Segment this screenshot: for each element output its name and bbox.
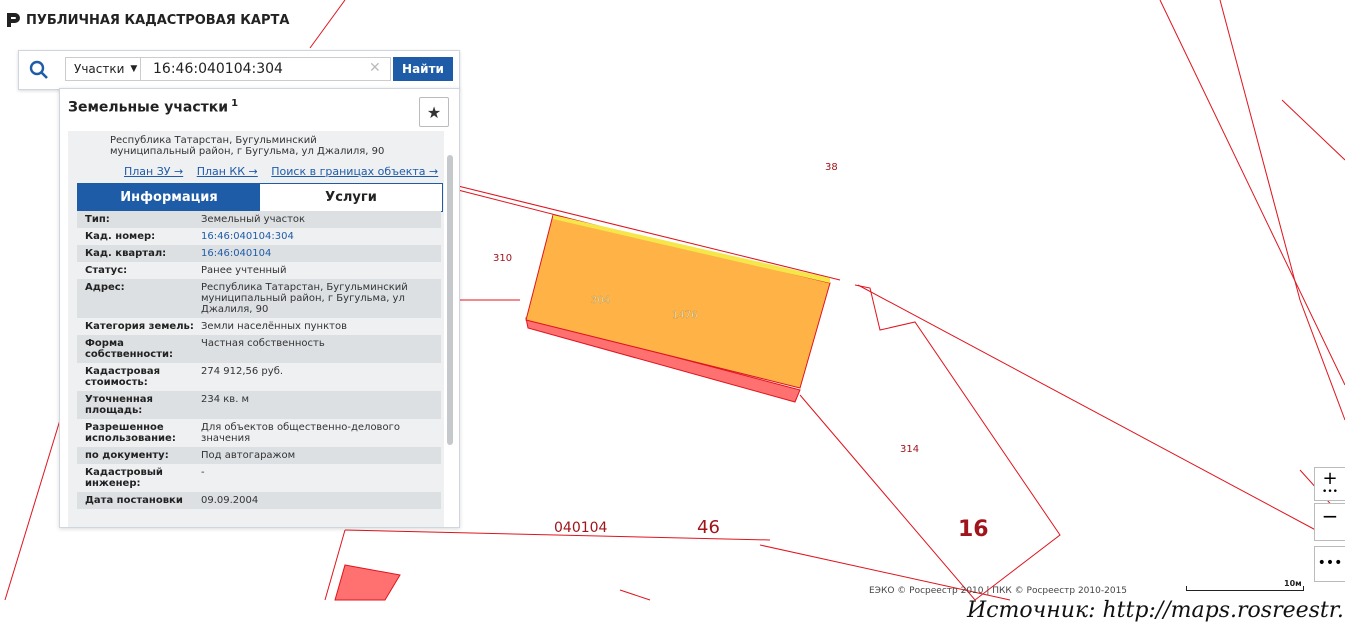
info-row: Статус: Ранее учтенный — [77, 262, 441, 279]
parcel-address: Республика Татарстан, Бугульминский муни… — [110, 135, 430, 157]
info-row: Категория земель: Земли населённых пункто… — [77, 318, 441, 335]
info-value: - — [201, 467, 205, 478]
tab-services[interactable]: Услуги — [260, 184, 442, 211]
info-table: Тип: Земельный участок Кад. номер: 16:46:04… — [77, 211, 441, 509]
panel-title-text: Земельные участки — [68, 99, 229, 116]
map-boundary — [1281, 99, 1345, 161]
info-label: Разрешенное использование: — [85, 422, 176, 444]
info-label: Кад. номер: — [85, 231, 156, 242]
address-line: муниципальный район, г Бугульма, ул Джал… — [110, 146, 385, 157]
zoom-in-icon: + — [1322, 468, 1338, 489]
scale-bar: 10м — [1186, 579, 1306, 593]
parcel-card: Республика Татарстан, Бугульминский муни… — [68, 131, 444, 527]
info-row: Кад. номер: 16:46:040104:304 — [77, 228, 441, 245]
parcel-pink — [334, 564, 401, 601]
label-1476: 1476 — [672, 310, 697, 321]
search-bar: Участки ▼ ✕ Найти — [18, 50, 460, 90]
info-value: Земельный участок — [201, 214, 306, 225]
search-icon[interactable] — [27, 58, 51, 82]
type-select-label: Участки — [74, 62, 125, 76]
link-plan-zu[interactable]: План ЗУ → — [124, 165, 183, 178]
label-38: 38 — [825, 162, 838, 173]
panel-scrollbar[interactable] — [447, 155, 453, 445]
map-boundary — [309, 0, 346, 49]
info-value[interactable]: 16:46:040104 — [201, 248, 441, 259]
map-boundary — [619, 589, 651, 601]
info-label: Кад. квартал: — [85, 248, 167, 259]
zoom-level-dots: ••• — [1322, 487, 1338, 497]
type-select[interactable]: Участки ▼ — [65, 57, 141, 81]
info-value: Ранее учтенный — [201, 265, 287, 276]
brand-title: ПУБЛИЧНАЯ КАДАСТРОВАЯ КАРТА — [26, 12, 290, 28]
brand-icon — [7, 13, 20, 27]
more-button[interactable]: ••• — [1314, 546, 1345, 582]
info-row: по документу: Под автогаражом — [77, 447, 441, 464]
tab-information[interactable]: Информация — [78, 184, 260, 211]
address-line: Республика Татарстан, Бугульминский — [110, 135, 317, 146]
info-label: Дата постановки — [85, 495, 183, 506]
info-row: Кадастровый инженер: - — [77, 464, 441, 492]
info-row: Форма собственности: Частная собственност… — [77, 335, 441, 363]
result-count: 1 — [231, 98, 239, 109]
label-quarter: 040104 — [554, 520, 608, 536]
map-boundary — [799, 284, 1061, 601]
info-value: 234 кв. м — [201, 394, 250, 405]
star-icon: ★ — [426, 102, 442, 122]
link-plan-kk[interactable]: План КК → — [197, 165, 258, 178]
brand[interactable]: ПУБЛИЧНАЯ КАДАСТРОВАЯ КАРТА — [6, 12, 289, 28]
info-row: Кад. квартал: 16:46:040104 — [77, 245, 441, 262]
clear-icon[interactable]: ✕ — [369, 60, 381, 76]
info-label: Уточненная площадь: — [85, 394, 153, 416]
chevron-down-icon: ▼ — [130, 64, 138, 74]
info-row: Тип: Земельный участок — [77, 211, 441, 228]
info-label: Тип: — [85, 214, 110, 225]
results-panel: Земельные участки 1 ★ Республика Татарста… — [59, 88, 460, 528]
more-icon: ••• — [1317, 555, 1343, 571]
info-value: Земли населённых пунктов — [201, 321, 347, 332]
info-value: Под автогаражом — [201, 450, 296, 461]
label-region: 16 — [958, 517, 989, 542]
find-button[interactable]: Найти — [393, 57, 453, 81]
info-label: Форма собственности: — [85, 338, 174, 360]
info-tabs: Информация Услуги — [77, 183, 443, 212]
label-304: 304 — [591, 295, 610, 306]
map-boundary — [1159, 0, 1345, 386]
info-label: Адрес: — [85, 282, 125, 293]
info-value: Республика Татарстан, Бугульминский муни… — [201, 282, 408, 315]
label-district: 46 — [697, 517, 720, 538]
source-caption: Источник: http://maps.rosreestr.ru — [967, 598, 1345, 623]
info-label: Категория земель: — [85, 321, 194, 332]
scale-label: 10м — [1284, 579, 1302, 588]
map-attribution: ЕЭКО © Росреестр 2010 | ПКК © Росреестр … — [869, 586, 1128, 596]
info-value: 274 912,56 руб. — [201, 366, 284, 377]
info-value: 09.09.2004 — [201, 495, 259, 506]
zoom-in-button[interactable]: + ••• — [1314, 467, 1345, 501]
info-label: Кадастровая стоимость: — [85, 366, 160, 388]
panel-title: Земельные участки 1 — [68, 98, 238, 116]
parcel-links: План ЗУ → План КК → Поиск в границах объ… — [124, 165, 448, 178]
info-row: Дата постановки 09.09.2004 — [77, 492, 441, 509]
map-boundary — [857, 284, 1326, 536]
info-row: Адрес: Республика Татарстан, Бугульмински… — [77, 279, 441, 318]
map-boundary — [1299, 299, 1345, 421]
favorite-button[interactable]: ★ — [419, 97, 449, 127]
zoom-out-button[interactable]: − — [1314, 503, 1345, 541]
map-boundary — [4, 419, 61, 601]
info-row: Кадастровая стоимость: 274 912,56 руб. — [77, 363, 441, 391]
label-314: 314 — [900, 444, 919, 455]
link-search-in-bounds[interactable]: Поиск в границах объекта → — [271, 165, 438, 178]
info-value[interactable]: 16:46:040104:304 — [201, 231, 441, 242]
label-310: 310 — [493, 253, 512, 264]
search-input[interactable] — [141, 57, 391, 81]
info-label: Кадастровый инженер: — [85, 467, 163, 489]
info-row: Разрешенное использование: Для объектов о… — [77, 419, 441, 447]
info-label: по документу: — [85, 450, 169, 461]
info-row: Уточненная площадь: 234 кв. м — [77, 391, 441, 419]
info-value: Частная собственность — [201, 338, 325, 349]
info-value: Для объектов общественно-делового значен… — [201, 422, 400, 444]
info-label: Статус: — [85, 265, 128, 276]
zoom-out-icon: − — [1321, 504, 1339, 528]
